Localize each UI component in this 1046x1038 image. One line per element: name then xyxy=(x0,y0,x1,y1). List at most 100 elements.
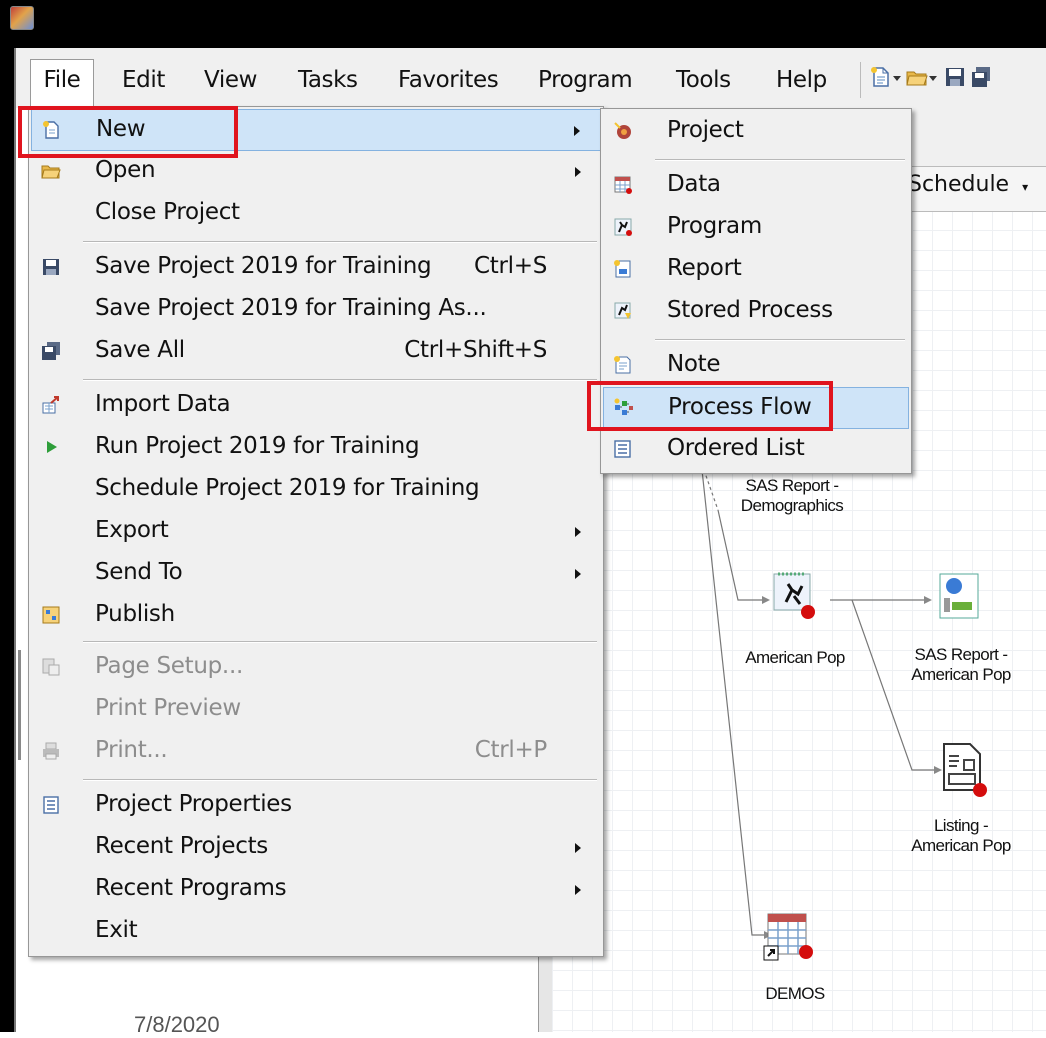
submenu-item-label: Project xyxy=(667,117,744,143)
menu-edit[interactable]: Edit xyxy=(122,60,165,100)
submenu-item-label: Program xyxy=(667,213,762,239)
menu-item-save-all[interactable]: Save All Ctrl+Shift+S xyxy=(31,331,601,373)
program-icon xyxy=(614,218,632,236)
submenu-item-report[interactable]: Report xyxy=(603,249,909,291)
app-icon[interactable] xyxy=(10,6,34,30)
node-label-sas-report-demographics: SAS Report - Demographics xyxy=(740,476,844,515)
menu-view[interactable]: View xyxy=(204,60,257,100)
menu-item-run-project[interactable]: Run Project 2019 for Training xyxy=(31,427,601,469)
submenu-arrow-icon xyxy=(574,126,580,136)
data-table-node-icon[interactable] xyxy=(762,910,818,966)
title-bar xyxy=(0,0,1046,48)
annotation-highlight-process-flow xyxy=(587,381,833,431)
submenu-arrow-icon xyxy=(575,843,581,853)
menu-program[interactable]: Program xyxy=(538,60,633,100)
menu-item-print-preview[interactable]: Print Preview xyxy=(31,689,601,731)
menu-separator xyxy=(83,379,597,381)
menu-item-publish[interactable]: Publish xyxy=(31,595,601,637)
menu-item-schedule-project[interactable]: Schedule Project 2019 for Training xyxy=(31,469,601,511)
menu-item-page-setup[interactable]: Page Setup... xyxy=(31,647,601,689)
submenu-arrow-icon xyxy=(575,527,581,537)
menu-item-label: Project Properties xyxy=(95,791,292,817)
listing-node-icon[interactable] xyxy=(938,742,990,798)
annotation-highlight-new xyxy=(18,106,238,158)
menu-tools[interactable]: Tools xyxy=(676,60,731,100)
submenu-item-program[interactable]: Program xyxy=(603,207,909,249)
menu-item-label: Print Preview xyxy=(95,695,241,721)
data-icon xyxy=(614,176,632,194)
menu-item-import-data[interactable]: Import Data xyxy=(31,385,601,427)
menu-item-label: Page Setup... xyxy=(95,653,243,679)
report-icon xyxy=(614,260,631,278)
menu-item-send-to[interactable]: Send To xyxy=(31,553,601,595)
menu-separator xyxy=(83,241,597,243)
file-menu: New Open Close Project Save Project 2019… xyxy=(28,106,604,957)
schedule-button-label: Schedule ▾ xyxy=(908,172,1028,197)
page-setup-icon xyxy=(42,658,60,676)
submenu-item-data[interactable]: Data xyxy=(603,165,909,207)
submenu-item-ordered-list[interactable]: Ordered List xyxy=(603,429,909,471)
window-frame xyxy=(0,48,14,1032)
sas-report-node-icon[interactable] xyxy=(934,572,984,622)
menu-item-export[interactable]: Export xyxy=(31,511,601,553)
menu-item-project-properties[interactable]: Project Properties xyxy=(31,785,601,827)
menu-item-label: Export xyxy=(95,517,169,543)
menu-item-label: Publish xyxy=(95,601,175,627)
menu-item-label: Save Project 2019 for Training As... xyxy=(95,295,487,321)
menu-item-save-project[interactable]: Save Project 2019 for Training Ctrl+S xyxy=(31,247,601,289)
folder-open-icon[interactable] xyxy=(906,66,928,88)
menu-help[interactable]: Help xyxy=(776,60,827,100)
submenu-item-label: Ordered List xyxy=(667,435,805,461)
note-icon xyxy=(614,356,631,374)
footer-date: 7/8/2020 xyxy=(134,1012,220,1037)
pane-edge xyxy=(18,650,27,760)
menu-separator xyxy=(655,159,905,161)
submenu-arrow-icon xyxy=(575,167,581,177)
menu-item-label: Recent Programs xyxy=(95,875,287,901)
chevron-down-icon[interactable] xyxy=(929,76,937,82)
menu-file[interactable]: File xyxy=(30,59,94,107)
submenu-arrow-icon xyxy=(575,885,581,895)
menu-item-exit[interactable]: Exit xyxy=(31,911,601,953)
save-all-icon xyxy=(42,342,60,360)
submenu-item-project[interactable]: Project xyxy=(603,111,909,153)
publish-icon xyxy=(42,606,60,624)
menu-item-recent-projects[interactable]: Recent Projects xyxy=(31,827,601,869)
submenu-item-label: Report xyxy=(667,255,742,281)
node-label-american-pop: American Pop xyxy=(745,648,845,667)
submenu-item-label: Data xyxy=(667,171,721,197)
schedule-label-text: Schedule xyxy=(908,172,1010,197)
submenu-item-stored-process[interactable]: Stored Process xyxy=(603,291,909,333)
menu-item-label: Close Project xyxy=(95,199,240,225)
chevron-down-icon: ▾ xyxy=(1022,180,1029,194)
menu-item-label: Recent Projects xyxy=(95,833,268,859)
menu-separator xyxy=(83,641,597,643)
submenu-arrow-icon xyxy=(575,569,581,579)
menu-item-print[interactable]: Print... Ctrl+P xyxy=(31,731,601,773)
stored-process-icon xyxy=(614,302,631,319)
print-icon xyxy=(43,742,59,760)
new-document-icon[interactable] xyxy=(870,66,892,88)
save-icon[interactable] xyxy=(944,66,966,88)
menu-item-label: Open xyxy=(95,157,156,183)
menu-item-label: Exit xyxy=(95,917,138,943)
save-all-icon[interactable] xyxy=(970,66,992,88)
menu-item-save-project-as[interactable]: Save Project 2019 for Training As... xyxy=(31,289,601,331)
menu-favorites[interactable]: Favorites xyxy=(398,60,499,100)
program-node-icon[interactable] xyxy=(772,572,820,622)
submenu-item-label: Note xyxy=(667,351,721,377)
menu-item-recent-programs[interactable]: Recent Programs xyxy=(31,869,601,911)
save-icon xyxy=(43,259,59,275)
menu-item-label: Save Project 2019 for Training xyxy=(95,253,432,279)
menu-tasks[interactable]: Tasks xyxy=(298,60,358,100)
toolbar-separator xyxy=(860,62,861,98)
node-label-demos: DEMOS xyxy=(765,984,825,1003)
chevron-down-icon[interactable] xyxy=(893,76,901,82)
menu-item-label: Send To xyxy=(95,559,183,585)
menu-item-shortcut: Ctrl+Shift+S xyxy=(404,337,547,363)
menu-item-shortcut: Ctrl+S xyxy=(474,253,547,279)
node-label-listing-american-pop: Listing - American Pop xyxy=(911,816,1011,855)
properties-icon xyxy=(43,796,59,814)
menu-item-label: Schedule Project 2019 for Training xyxy=(95,475,480,501)
menu-item-close-project[interactable]: Close Project xyxy=(31,193,601,235)
